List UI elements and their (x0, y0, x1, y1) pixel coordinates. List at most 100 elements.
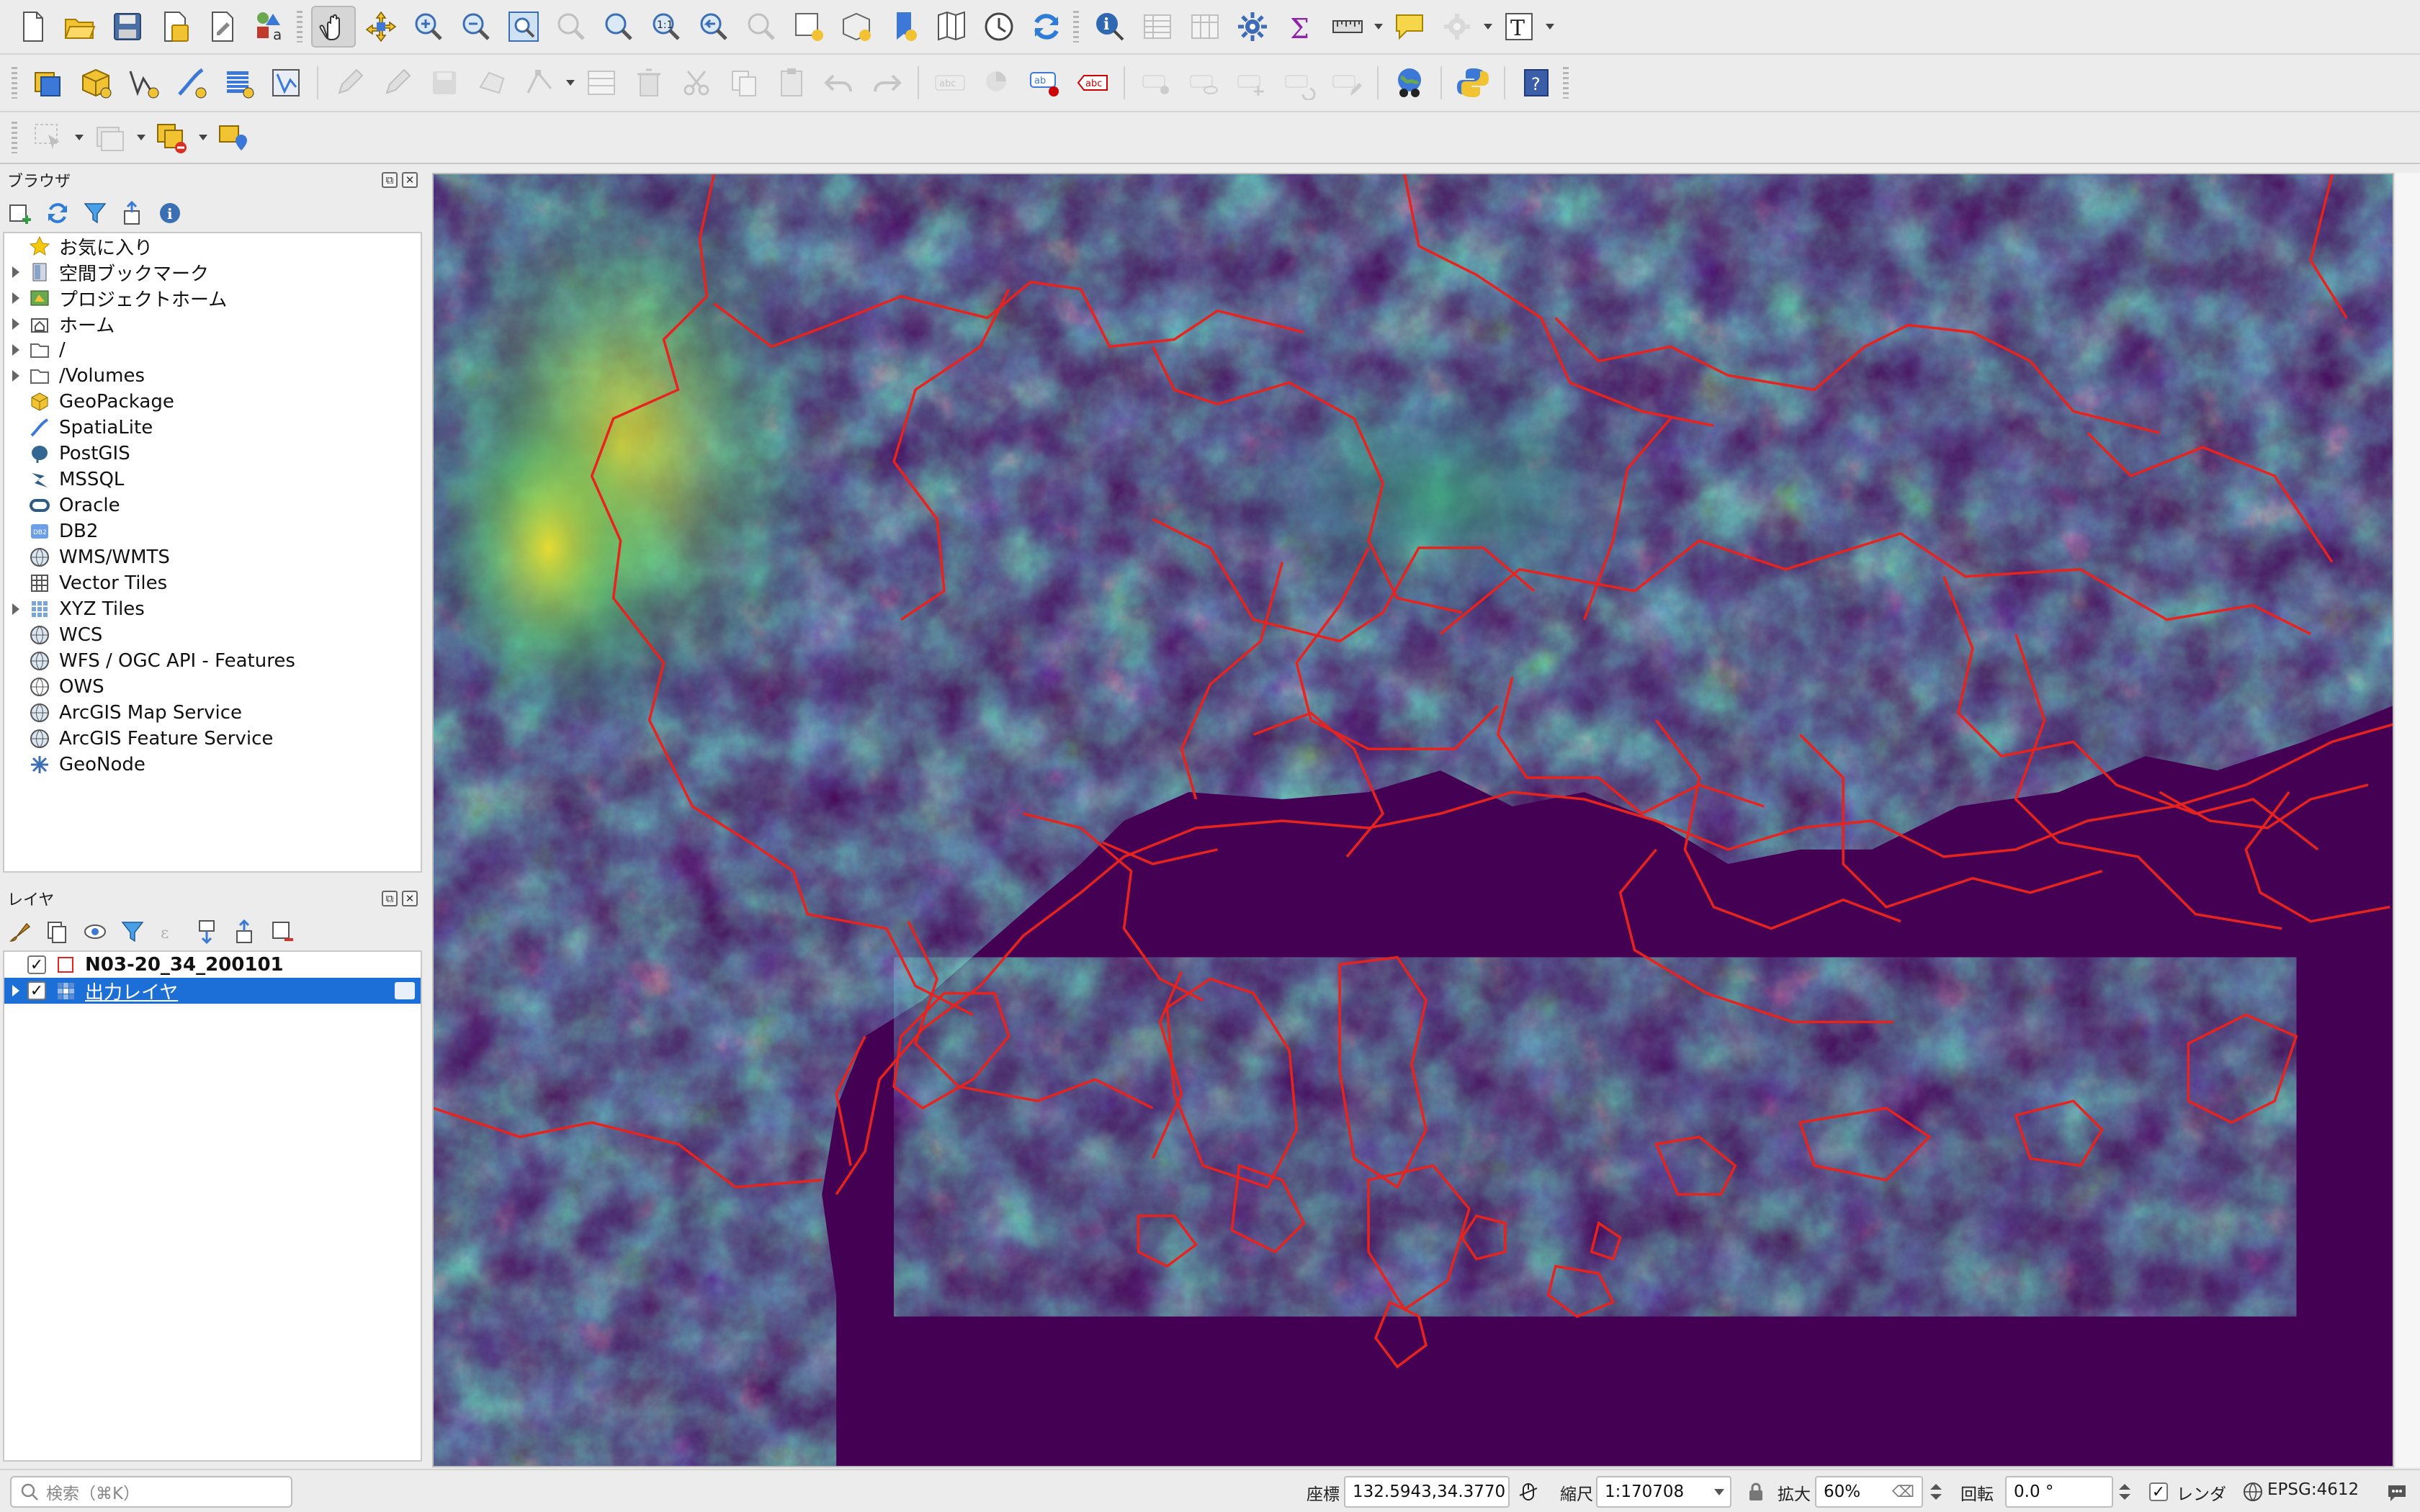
remove-layer-icon[interactable] (268, 917, 297, 946)
new-spatial-bookmark-icon[interactable] (882, 6, 926, 48)
statistical-summary-icon[interactable]: Σ (1278, 6, 1322, 48)
cut-features-icon[interactable] (674, 62, 719, 104)
expand-arrow-icon[interactable] (4, 985, 27, 996)
expand-arrow-icon[interactable] (4, 370, 27, 382)
toolbar-handle[interactable] (297, 11, 302, 42)
field-calculator-icon[interactable] (1183, 6, 1227, 48)
new-shapefile-layer-icon[interactable] (121, 62, 166, 104)
save-as-icon[interactable] (153, 6, 197, 48)
expand-arrow-icon[interactable] (4, 292, 27, 304)
pan-map-icon[interactable] (311, 6, 356, 48)
filter-legend-icon[interactable] (118, 917, 147, 946)
float-panel-button[interactable]: ⧉ (382, 891, 398, 906)
rotation-spinbox[interactable]: 0.0 ° (2005, 1476, 2113, 1508)
add-selected-layers-icon[interactable] (6, 199, 35, 228)
zoom-native-resolution-icon[interactable]: 1:1 (644, 6, 689, 48)
refresh-browser-icon[interactable] (43, 199, 72, 228)
browser-item[interactable]: ArcGIS Feature Service (4, 726, 421, 752)
help-contents-icon[interactable]: ? (1514, 62, 1559, 104)
toolbar-handle[interactable] (12, 122, 17, 153)
add-group-icon[interactable] (43, 917, 72, 946)
select-by-location-icon[interactable] (212, 117, 256, 158)
save-project-icon[interactable] (105, 6, 150, 48)
manage-map-themes-eye-icon[interactable] (81, 917, 109, 946)
processing-toolbox-icon[interactable] (1230, 6, 1275, 48)
expand-arrow-icon[interactable] (4, 603, 27, 615)
render-checkbox[interactable]: ✓ (2149, 1482, 2168, 1501)
browser-item[interactable]: OWS (4, 674, 421, 700)
new-geopackage-layer-icon[interactable] (73, 62, 118, 104)
layer-item[interactable]: ✓ 出力レイヤ (4, 978, 421, 1004)
browser-item[interactable]: プロジェクトホーム (4, 285, 421, 311)
lock-scale-icon[interactable] (1743, 1479, 1769, 1505)
change-label-icon[interactable] (1324, 62, 1368, 104)
vertex-tool-dropdown[interactable] (563, 62, 578, 104)
copy-features-icon[interactable] (722, 62, 766, 104)
vertex-tool-icon[interactable] (517, 62, 562, 104)
refresh-icon[interactable] (1024, 6, 1069, 48)
toolbar-handle[interactable] (1563, 67, 1569, 99)
new-virtual-layer-icon[interactable] (216, 62, 261, 104)
browser-item[interactable]: GeoNode (4, 752, 421, 778)
rotate-label-icon[interactable] (1276, 62, 1321, 104)
add-polygon-feature-icon[interactable] (470, 62, 514, 104)
text-annotation-icon[interactable]: T (1497, 6, 1541, 48)
select-features-icon[interactable] (26, 117, 71, 158)
browser-item[interactable]: ホーム (4, 311, 421, 337)
browser-item[interactable]: ArcGIS Map Service (4, 700, 421, 726)
browser-item[interactable]: GeoPackage (4, 389, 421, 415)
deselect-features-icon[interactable] (150, 117, 194, 158)
map-canvas[interactable] (432, 173, 2394, 1467)
globe-plugin-icon[interactable] (1387, 62, 1432, 104)
deselect-dropdown[interactable] (196, 117, 210, 158)
browser-item[interactable]: /Volumes (4, 363, 421, 389)
zoom-next-icon[interactable] (739, 6, 784, 48)
properties-info-icon[interactable]: i (156, 199, 184, 228)
style-layer-brush-icon[interactable] (6, 917, 35, 946)
expand-all-icon[interactable] (193, 917, 222, 946)
spin-arrows-icon[interactable] (1927, 1479, 1945, 1505)
measure-dropdown[interactable] (1371, 6, 1386, 48)
identify-features-icon[interactable]: i (1088, 6, 1132, 48)
paste-features-icon[interactable] (769, 62, 814, 104)
layer-labeling-options-icon[interactable]: ab (1023, 62, 1067, 104)
expand-arrow-icon[interactable] (4, 344, 27, 356)
close-panel-button[interactable]: ✕ (402, 891, 418, 906)
browser-item[interactable]: Vector Tiles (4, 570, 421, 596)
browser-item[interactable]: PostGIS (4, 441, 421, 467)
coordinate-field[interactable]: 132.5943,34.3770 (1344, 1476, 1510, 1508)
print-layout-icon[interactable] (200, 6, 245, 48)
expand-arrow-icon[interactable] (4, 318, 27, 330)
select-all-dropdown[interactable] (134, 117, 148, 158)
new-project-icon[interactable] (10, 6, 55, 48)
label-toolbar-abc-icon[interactable]: abc (928, 62, 972, 104)
browser-tree[interactable]: お気に入り 空間ブックマーク プロジェクトホーム ホーム / /Volumes GeoPac… (3, 232, 422, 873)
select-features-dropdown[interactable] (72, 117, 86, 158)
clear-icon[interactable]: ⌫ (1892, 1483, 1914, 1501)
zoom-to-selection-icon[interactable] (549, 6, 593, 48)
browser-item[interactable]: / (4, 337, 421, 363)
browser-item[interactable]: DB2 DB2 (4, 518, 421, 544)
zoom-last-icon[interactable] (691, 6, 736, 48)
browser-item[interactable]: WCS (4, 622, 421, 648)
measure-line-icon[interactable] (1325, 6, 1370, 48)
crs-globe-icon[interactable] (2240, 1479, 2266, 1505)
new-map-view-icon[interactable] (786, 6, 831, 48)
locator-search-input[interactable]: 検索（⌘K） (10, 1476, 292, 1508)
layer-diagram-icon[interactable] (975, 62, 1020, 104)
layer-visibility-checkbox[interactable]: ✓ (27, 981, 46, 1000)
zoom-out-icon[interactable] (454, 6, 498, 48)
python-console-icon[interactable] (1451, 62, 1495, 104)
zoom-full-icon[interactable] (501, 6, 546, 48)
close-panel-button[interactable]: ✕ (402, 172, 418, 188)
spin-arrows-icon[interactable] (2116, 1479, 2133, 1505)
open-project-icon[interactable] (58, 6, 102, 48)
expand-arrow-icon[interactable] (4, 266, 27, 278)
browser-item[interactable]: SpatiaLite (4, 415, 421, 441)
move-label-icon[interactable] (1229, 62, 1273, 104)
scale-combobox[interactable]: 1:170708 (1596, 1476, 1731, 1508)
label-abc-red-icon[interactable]: abc (1070, 62, 1115, 104)
messages-icon[interactable] (2384, 1479, 2410, 1505)
browser-item[interactable]: 空間ブックマーク (4, 259, 421, 285)
new-spatialite-layer-icon[interactable] (169, 62, 213, 104)
